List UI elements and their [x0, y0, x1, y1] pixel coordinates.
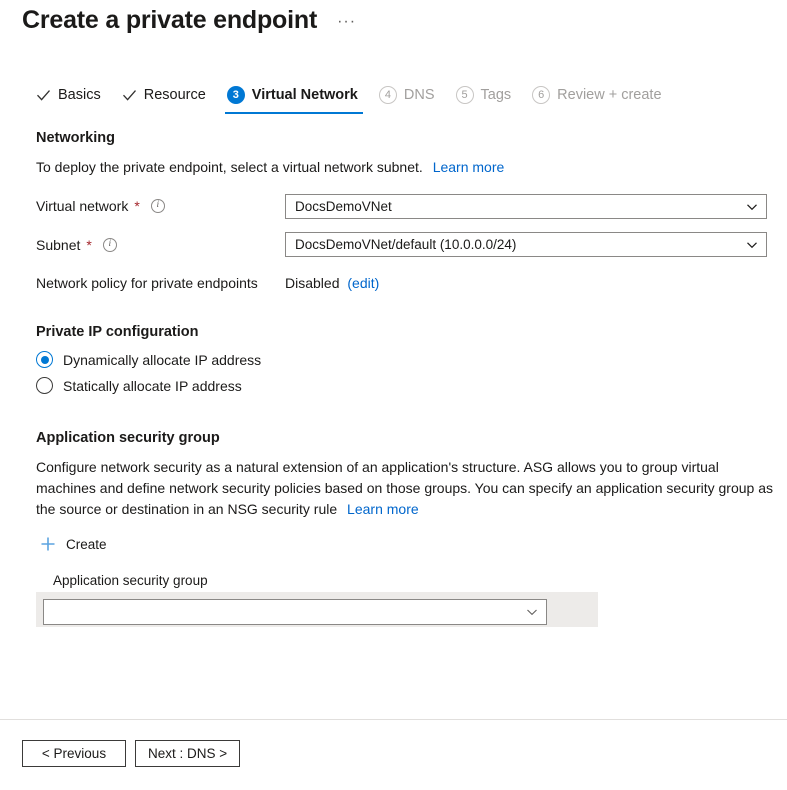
page-header: Create a private endpoint ···	[22, 6, 360, 35]
wizard-tabs: Basics Resource 3 Virtual Network 4 DNS …	[28, 82, 675, 114]
radio-label: Dynamically allocate IP address	[63, 352, 261, 368]
networking-heading: Networking	[36, 130, 115, 146]
radio-dynamic-ip[interactable]: Dynamically allocate IP address	[36, 351, 261, 368]
radio-indicator	[36, 377, 53, 394]
create-private-endpoint-page: Create a private endpoint ··· Basics Res…	[0, 0, 787, 790]
tab-resource[interactable]: Resource	[114, 83, 219, 113]
tab-tags[interactable]: 5 Tags	[448, 82, 525, 114]
footer-divider	[0, 719, 787, 720]
previous-button[interactable]: < Previous	[22, 740, 126, 767]
virtual-network-label-text: Virtual network	[36, 198, 128, 214]
tab-basics[interactable]: Basics	[28, 83, 114, 113]
chevron-down-icon	[746, 239, 758, 251]
chevron-down-icon	[526, 606, 538, 618]
asg-description: Configure network security as a natural …	[36, 457, 776, 520]
step-badge: 3	[227, 86, 245, 104]
radio-static-ip[interactable]: Statically allocate IP address	[36, 377, 242, 394]
asg-dropdown[interactable]	[43, 599, 547, 625]
wizard-footer: < Previous Next : DNS >	[22, 740, 240, 767]
subnet-label: Subnet * i	[36, 237, 117, 253]
required-indicator: *	[134, 198, 139, 214]
virtual-network-label: Virtual network * i	[36, 198, 165, 214]
radio-label: Statically allocate IP address	[63, 378, 242, 394]
virtual-network-dropdown[interactable]: DocsDemoVNet	[285, 194, 767, 219]
private-ip-heading: Private IP configuration	[36, 324, 199, 340]
create-asg-button[interactable]: Create	[40, 536, 107, 552]
tab-label: Review + create	[557, 87, 661, 103]
network-policy-value: Disabled	[285, 275, 339, 291]
step-badge: 6	[532, 86, 550, 104]
check-icon	[36, 88, 51, 103]
network-policy-label-text: Network policy for private endpoints	[36, 275, 258, 291]
asg-heading: Application security group	[36, 430, 220, 446]
tab-label: Virtual Network	[252, 87, 358, 103]
learn-more-link-asg[interactable]: Learn more	[347, 501, 419, 517]
tab-label: Resource	[144, 87, 206, 103]
asg-field-label: Application security group	[53, 573, 208, 588]
chevron-down-icon	[746, 201, 758, 213]
tab-label: DNS	[404, 87, 435, 103]
tab-review-create[interactable]: 6 Review + create	[524, 82, 674, 114]
tab-label: Basics	[58, 87, 101, 103]
virtual-network-value: DocsDemoVNet	[295, 199, 746, 214]
network-policy-value-group: Disabled (edit)	[285, 275, 379, 291]
more-options-icon[interactable]: ···	[333, 12, 360, 32]
create-asg-label: Create	[66, 537, 107, 552]
radio-indicator	[36, 351, 53, 368]
network-policy-edit-link[interactable]: (edit)	[347, 275, 379, 291]
networking-description-text: To deploy the private endpoint, select a…	[36, 159, 423, 175]
learn-more-link-networking[interactable]: Learn more	[433, 159, 505, 175]
next-button[interactable]: Next : DNS >	[135, 740, 240, 767]
step-badge: 4	[379, 86, 397, 104]
network-policy-label: Network policy for private endpoints	[36, 275, 258, 291]
tab-virtual-network[interactable]: 3 Virtual Network	[219, 82, 371, 114]
subnet-dropdown[interactable]: DocsDemoVNet/default (10.0.0.0/24)	[285, 232, 767, 257]
subnet-label-text: Subnet	[36, 237, 80, 253]
step-badge: 5	[456, 86, 474, 104]
required-indicator: *	[86, 237, 91, 253]
networking-description: To deploy the private endpoint, select a…	[36, 157, 656, 178]
page-title: Create a private endpoint	[22, 6, 317, 35]
tab-dns[interactable]: 4 DNS	[371, 82, 448, 114]
subnet-value: DocsDemoVNet/default (10.0.0.0/24)	[295, 237, 746, 252]
info-icon[interactable]: i	[103, 238, 117, 252]
info-icon[interactable]: i	[151, 199, 165, 213]
check-icon	[122, 88, 137, 103]
tab-label: Tags	[481, 87, 512, 103]
plus-icon	[40, 536, 56, 552]
